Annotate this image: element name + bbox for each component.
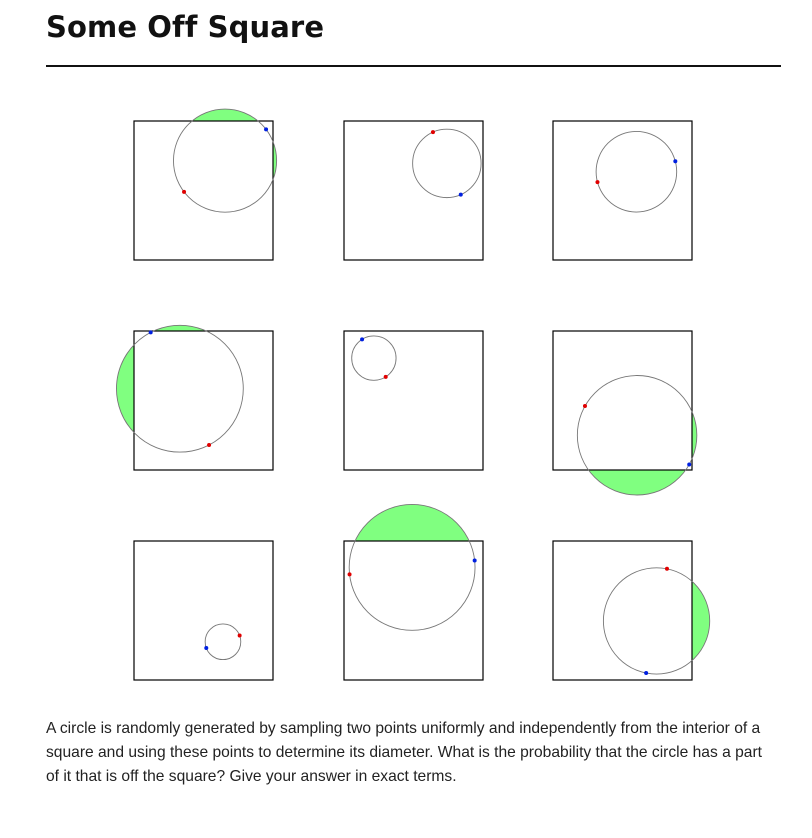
- sample-point-red: [347, 572, 352, 577]
- sample-point-red: [237, 633, 242, 638]
- example-panel: [133, 108, 278, 261]
- sample-point-blue: [204, 646, 209, 651]
- sample-point-red: [582, 404, 587, 409]
- example-panel: [343, 504, 484, 681]
- sample-point-red: [664, 566, 669, 571]
- sample-point-blue: [644, 671, 649, 676]
- sample-point-blue: [673, 159, 678, 164]
- sample-point-blue: [687, 462, 692, 467]
- off-square-region: [173, 109, 277, 213]
- sample-point-blue: [148, 330, 153, 335]
- sample-point-blue: [472, 558, 477, 563]
- sample-point-red: [595, 180, 600, 185]
- sample-point-red: [383, 374, 388, 379]
- off-square-region: [116, 325, 244, 453]
- example-panel: [116, 324, 274, 471]
- sample-point-blue: [458, 192, 463, 197]
- example-panel: [552, 540, 711, 681]
- example-panel: [133, 540, 274, 681]
- problem-statement: A circle is randomly generated by sampli…: [46, 720, 762, 785]
- off-square-region: [603, 567, 710, 675]
- unit-square: [133, 540, 274, 681]
- example-panel: [343, 120, 484, 261]
- sample-point-red: [182, 189, 187, 194]
- sample-point-blue: [264, 127, 269, 132]
- sample-point-red: [430, 130, 435, 135]
- example-panel: [343, 330, 484, 471]
- off-square-region: [577, 375, 697, 495]
- sample-point-red: [207, 442, 212, 447]
- example-panel: [552, 120, 693, 261]
- off-square-region: [349, 504, 476, 631]
- sample-point-blue: [360, 337, 365, 342]
- example-panel: [552, 330, 698, 496]
- example-grid: [116, 108, 711, 681]
